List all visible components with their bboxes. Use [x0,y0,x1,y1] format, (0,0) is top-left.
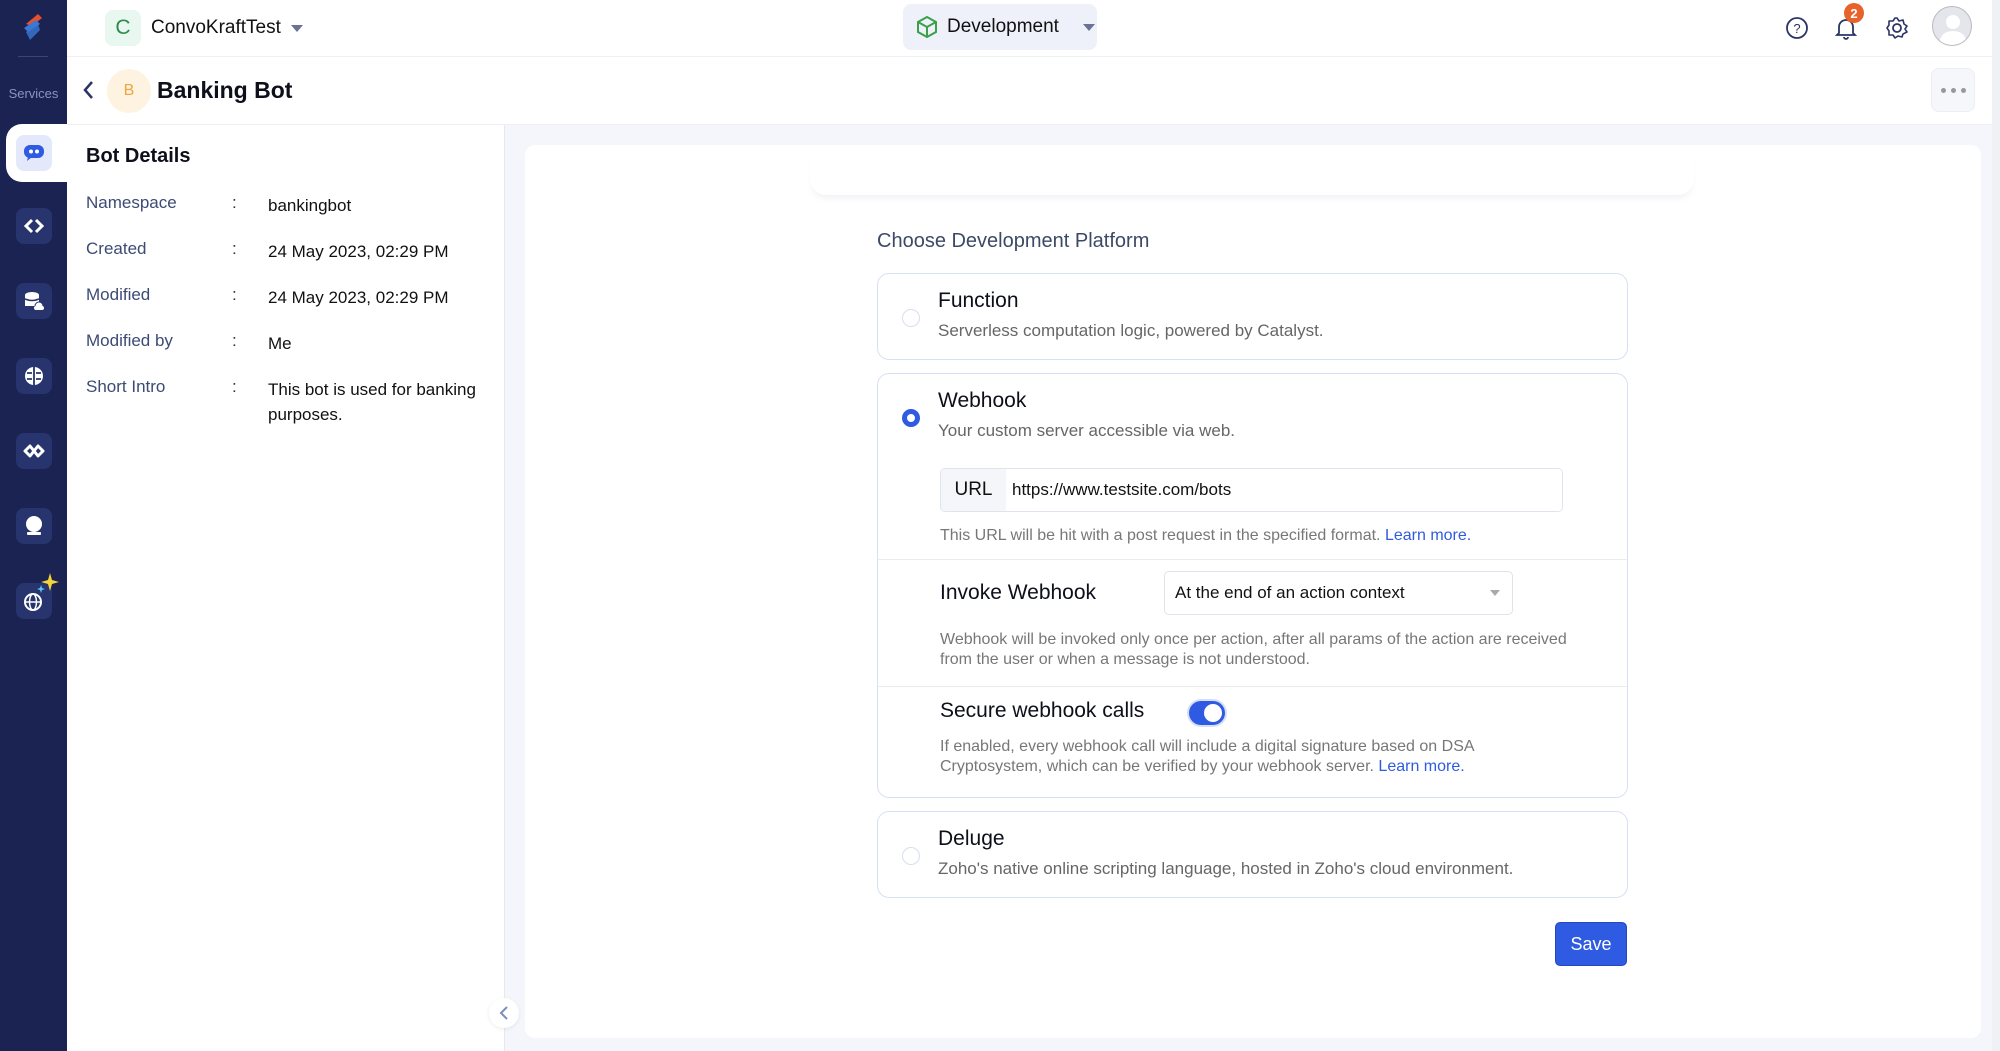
invoke-hint: Webhook will be invoked only once per ac… [940,631,1567,668]
more-options-button[interactable] [1931,68,1975,112]
svg-text:?: ? [1793,21,1800,36]
option-title: Function [938,289,1019,312]
detail-separator: : [232,377,237,396]
secure-webhook-toggle[interactable] [1189,701,1225,725]
environment-name: Development [947,16,1059,37]
detail-separator: : [232,193,237,212]
secure-hint: If enabled, every webhook call will incl… [940,737,1580,777]
detail-key: Modified [86,285,151,304]
url-hint-text: This URL will be hit with a post request… [940,527,1381,544]
rail-item-insights[interactable] [16,508,52,544]
divider [878,686,1627,687]
back-arrow-icon[interactable] [81,79,95,101]
user-icon [1939,15,1967,45]
collapse-panel-button[interactable] [489,998,519,1028]
details-title: Bot Details [86,145,191,167]
url-hint: This URL will be hit with a post request… [940,526,1471,546]
environment-switcher[interactable]: Development [903,4,1097,50]
rail-item-bots[interactable] [6,124,67,182]
gear-icon[interactable] [1883,14,1911,42]
services-label: Services [8,86,59,101]
page-title: Banking Bot [157,77,293,103]
bot-icon [16,135,52,171]
chevron-down-icon [1082,23,1095,31]
bot-avatar: B [107,69,151,113]
scrollbar-track[interactable] [1992,0,2000,1051]
rail-item-database[interactable] [16,283,52,319]
option-description: Serverless computation logic, powered by… [938,321,1324,340]
platform-option-function[interactable]: Function Serverless computation logic, p… [877,273,1628,360]
radio-deluge[interactable] [902,847,920,865]
platform-option-deluge[interactable]: Deluge Zoho's native online scripting la… [877,811,1628,898]
rail-divider [18,56,48,57]
invoke-webhook-select[interactable]: At the end of an action context [1164,571,1513,615]
rail-item-brain[interactable] [16,358,52,394]
detail-value: 24 May 2023, 02:29 PM [268,242,449,261]
detail-key: Short Intro [86,377,166,396]
database-cloud-icon [24,292,44,311]
previous-section-edge [810,145,1694,195]
option-description: Your custom server accessible via web. [938,421,1236,440]
brain-icon [25,367,43,385]
learn-more-link[interactable]: Learn more. [1385,527,1471,544]
chevron-left-icon [499,1006,508,1020]
section-heading: Choose Development Platform [877,230,1150,252]
rail-item-code[interactable] [16,208,52,244]
detail-separator: : [232,239,237,258]
project-switcher[interactable]: C ConvoKraftTest [105,10,303,46]
invoke-webhook-label: Invoke Webhook [940,581,1097,604]
help-icon[interactable]: ? [1783,14,1811,42]
chevron-down-icon [1490,590,1500,596]
invoke-webhook-value: At the end of an action context [1175,583,1405,602]
detail-value: This bot is used for banking purposes. [268,380,476,424]
radio-function[interactable] [902,309,920,327]
rail-item-ai[interactable] [16,573,59,619]
save-button[interactable]: Save [1555,922,1627,966]
detail-separator: : [232,285,237,304]
secure-webhook-label: Secure webhook calls [940,699,1145,722]
code-icon [24,218,44,234]
url-input[interactable] [1006,469,1562,511]
detail-key: Created [86,239,147,258]
integration-icon [23,444,45,458]
bot-details-panel: Bot Details Namespace : bankingbot Creat… [67,125,505,1051]
crystal-ball-icon [26,516,42,535]
url-field[interactable]: URL [940,468,1563,512]
platform-option-webhook[interactable]: Webhook Your custom server accessible vi… [877,373,1628,798]
divider [878,559,1627,560]
detail-value: Me [268,334,292,353]
notification-badge: 2 [1844,3,1864,23]
sparkle-icon [37,573,59,593]
url-label: URL [941,469,1006,511]
user-avatar[interactable] [1932,6,1972,46]
cube-icon [917,16,937,38]
radio-webhook[interactable] [902,409,920,427]
option-description: Zoho's native online scripting language,… [938,859,1514,878]
project-avatar: C [105,10,141,46]
chevron-down-icon [290,24,303,32]
detail-key: Modified by [86,331,173,350]
detail-separator: : [232,331,237,350]
detail-key: Namespace [86,193,177,212]
side-rail: Services [0,0,67,1051]
detail-value: bankingbot [268,196,352,215]
learn-more-link[interactable]: Learn more. [1378,758,1464,775]
option-title: Deluge [938,827,1005,850]
top-bar: C ConvoKraftTest Development [67,0,2000,57]
project-name: ConvoKraftTest [151,17,281,38]
bot-header: B Banking Bot [67,57,2000,125]
rail-item-integrations[interactable] [16,433,52,469]
detail-value: 24 May 2023, 02:29 PM [268,288,449,307]
app-logo-icon[interactable] [16,10,52,46]
option-title: Webhook [938,389,1027,412]
